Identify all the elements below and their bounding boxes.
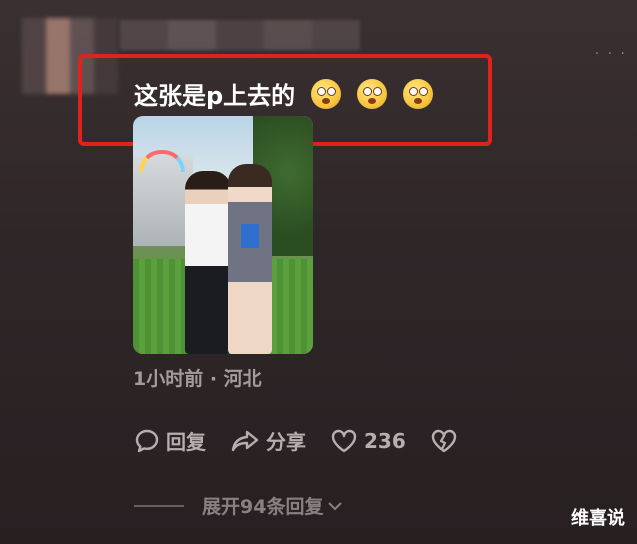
expand-divider [134,504,184,507]
surprised-emoji-icon [311,78,342,109]
watermark: 维喜说 [571,508,625,529]
photo-folder [241,224,259,248]
rainbow-sticker [139,150,185,172]
blurred-username[interactable] [120,20,360,50]
like-count: 236 [364,428,406,453]
comment-text: 这张是p上去的 [134,82,296,110]
photo-person-left [185,171,231,354]
share-label: 分享 [266,430,306,454]
expand-replies[interactable]: 展开94条回复 [134,492,343,519]
expand-label: 展开94条回复 [202,496,324,518]
heart-icon [331,429,357,452]
more-icon[interactable]: · · · [595,46,627,62]
share-arrow-icon [231,430,259,451]
share-button[interactable]: 分享 [230,426,306,455]
comment-bubble-icon [135,429,159,452]
surprised-emoji-icon [403,78,434,109]
action-bar: 回复 分享 236 [134,426,488,455]
surprised-emoji-icon [357,78,388,109]
like-button[interactable]: 236 [330,428,406,454]
comment-meta: 1小时前 · 河北 [133,368,262,390]
comment-text-row: 这张是p上去的 [134,76,434,111]
reply-label: 回复 [166,430,206,454]
dislike-button[interactable] [430,428,464,454]
comment-photo[interactable] [133,116,313,354]
broken-heart-icon [431,429,456,452]
reply-button[interactable]: 回复 [134,426,206,455]
photo-person-right [228,164,272,354]
chevron-down-icon [328,501,343,510]
